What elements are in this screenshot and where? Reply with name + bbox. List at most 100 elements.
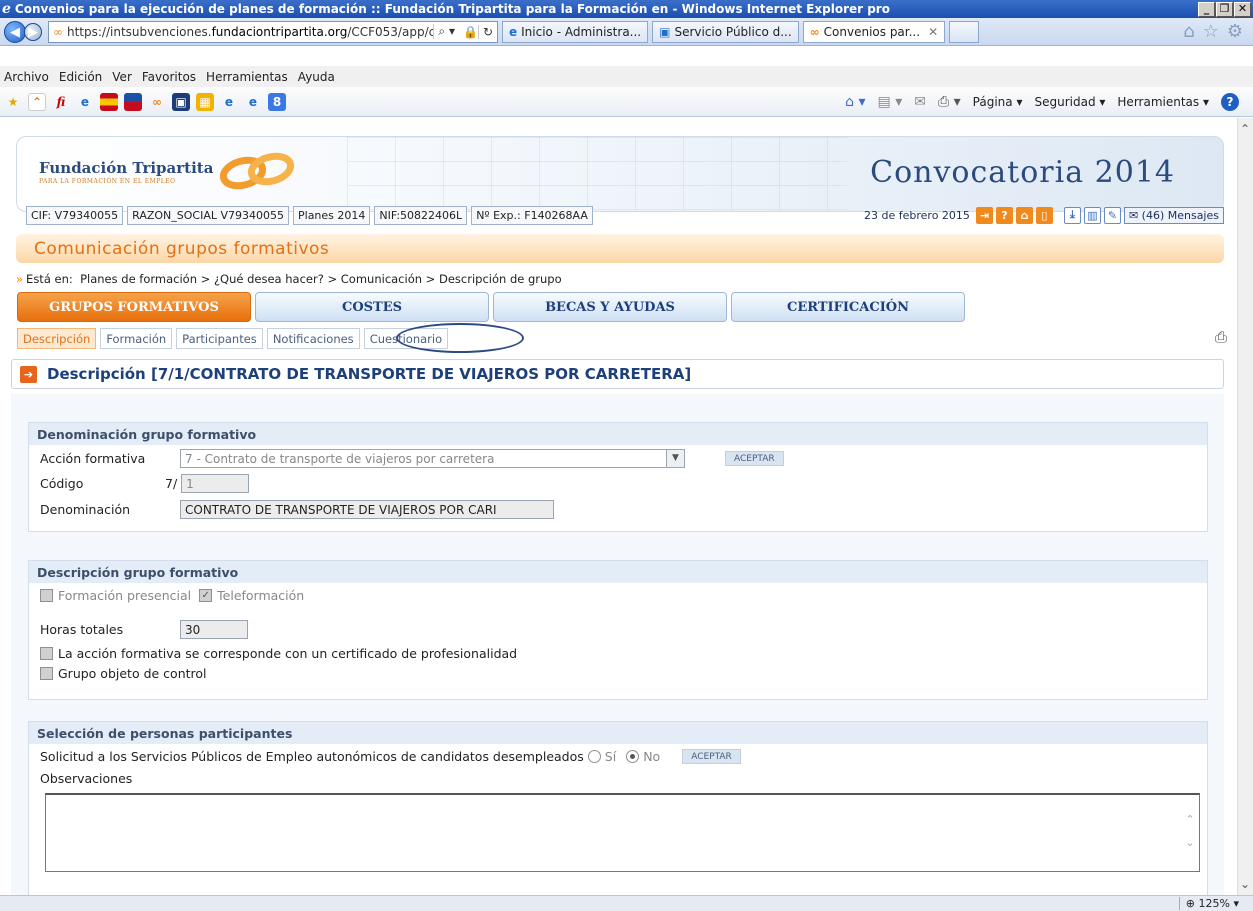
close-window-button[interactable]: ✕ bbox=[1234, 1, 1251, 17]
tab-servicio-publico[interactable]: ▣ Servicio Público d... bbox=[652, 20, 799, 43]
favorite-ie-icon[interactable]: e bbox=[76, 93, 94, 111]
zoom-control[interactable]: ⊕ 125% ▾ bbox=[1178, 897, 1239, 910]
url-input[interactable]: ∞ https://intsubvenciones.fundaciontripa… bbox=[48, 20, 498, 43]
page-scrollbar[interactable]: ⌃ ⌄ bbox=[1237, 118, 1253, 895]
tab-certificacion[interactable]: CERTIFICACIÓN bbox=[731, 292, 965, 322]
favorite-ie3-icon[interactable]: e bbox=[244, 93, 262, 111]
accion-formativa-label: Acción formativa bbox=[40, 451, 146, 466]
minimize-button[interactable]: _ bbox=[1198, 1, 1215, 17]
tab-grupos-formativos[interactable]: GRUPOS FORMATIVOS bbox=[17, 292, 251, 322]
home-command-icon[interactable]: ⌂ ▾ bbox=[845, 94, 865, 110]
certificado-row: La acción formativa se corresponde con u… bbox=[40, 646, 517, 661]
subtab-notificaciones[interactable]: Notificaciones bbox=[266, 328, 360, 349]
favorite-1-icon[interactable]: ⌃ bbox=[28, 92, 46, 111]
favorites-star-icon[interactable]: ☆ bbox=[1203, 21, 1219, 42]
si-radio[interactable] bbox=[587, 750, 601, 763]
print-command-icon[interactable]: ⎙ ▾ bbox=[938, 94, 961, 110]
no-radio[interactable] bbox=[626, 750, 640, 763]
subtab-participantes[interactable]: Participantes bbox=[176, 328, 263, 349]
scroll-down-icon[interactable]: ⌄ bbox=[1240, 877, 1250, 891]
menu-herramientas[interactable]: Herramientas bbox=[206, 70, 288, 84]
add-favorite-icon[interactable]: ★ bbox=[4, 93, 22, 111]
edit-icon[interactable]: ✎ bbox=[1103, 206, 1121, 224]
aceptar-solicitud-button[interactable]: ACEPTAR bbox=[682, 749, 741, 764]
solicitud-row: Solicitud a los Servicios Públicos de Em… bbox=[40, 749, 741, 764]
herramientas-menu[interactable]: Herramientas ▾ bbox=[1117, 95, 1209, 109]
control-checkbox[interactable] bbox=[40, 667, 53, 680]
close-tab-icon[interactable]: ✕ bbox=[928, 25, 938, 39]
url-text: https://intsubvenciones.fundaciontripart… bbox=[67, 24, 433, 39]
seguridad-menu[interactable]: Seguridad ▾ bbox=[1034, 95, 1105, 109]
chart-icon[interactable]: ▥ bbox=[1083, 206, 1101, 224]
print-page-icon[interactable]: ⎙ bbox=[1215, 328, 1227, 346]
chevron-down-icon[interactable]: ▼ bbox=[666, 450, 684, 467]
eu-flag-icon[interactable] bbox=[124, 92, 142, 111]
menu-favoritos[interactable]: Favoritos bbox=[142, 70, 196, 84]
documents-icon[interactable]: ▯ bbox=[1035, 206, 1053, 224]
main-tabs: GRUPOS FORMATIVOS COSTES BECAS Y AYUDAS … bbox=[17, 292, 965, 322]
favorite-2-icon[interactable]: fi bbox=[52, 93, 70, 111]
site-banner: Fundación Tripartita PARA LA FORMACIÓN E… bbox=[16, 136, 1224, 212]
help-icon[interactable]: ? bbox=[1221, 92, 1239, 111]
codigo-field[interactable]: 1 bbox=[181, 474, 250, 493]
status-bar: ⊕ 125% ▾ bbox=[0, 895, 1253, 911]
nif-chip: NIF:50822406L bbox=[374, 205, 468, 225]
back-button[interactable]: ◀ bbox=[4, 20, 26, 43]
tab-inicio[interactable]: e Inicio - Administra... bbox=[502, 20, 649, 43]
fundacion-link-icon[interactable]: ∞ bbox=[148, 93, 166, 111]
menu-archivo[interactable]: Archivo bbox=[4, 70, 49, 84]
lock-icon[interactable]: 🔒 bbox=[463, 25, 478, 39]
horas-field[interactable]: 30 bbox=[180, 620, 248, 639]
refresh-icon[interactable]: ↻ bbox=[477, 24, 497, 39]
certificado-checkbox[interactable] bbox=[40, 647, 53, 660]
solicitud-label: Solicitud a los Servicios Públicos de Em… bbox=[40, 749, 584, 764]
tab-convenios[interactable]: ∞ Convenios par... ✕ bbox=[802, 20, 946, 43]
subtab-formacion[interactable]: Formación bbox=[100, 328, 173, 349]
breadcrumb: » Está en: Planes de formación > ¿Qué des… bbox=[16, 272, 562, 286]
help-page-icon[interactable]: ? bbox=[995, 206, 1013, 224]
favorite-ie2-icon[interactable]: e bbox=[220, 93, 238, 111]
menu-ver[interactable]: Ver bbox=[112, 70, 132, 84]
mail-icon[interactable]: ✉ bbox=[914, 94, 926, 110]
denominacion-field[interactable]: CONTRATO DE TRANSPORTE DE VIAJEROS POR C… bbox=[180, 500, 554, 519]
accion-formativa-select[interactable]: 7 - Contrato de transporte de viajeros p… bbox=[180, 449, 685, 468]
brand[interactable]: Fundación Tripartita PARA LA FORMACIÓN E… bbox=[39, 159, 213, 185]
menu-edicion[interactable]: Edición bbox=[59, 70, 102, 84]
seleccion-panel-title: Selección de personas participantes bbox=[29, 722, 1207, 744]
scroll-up-icon[interactable]: ⌃ bbox=[1240, 122, 1250, 136]
page-tab-icon: ▣ bbox=[659, 24, 671, 39]
tab-costes[interactable]: COSTES bbox=[255, 292, 489, 322]
breadcrumb-path[interactable]: Planes de formación > ¿Qué desea hacer? … bbox=[80, 272, 562, 286]
ie-tab-icon: e bbox=[509, 24, 518, 39]
address-bar: ◀ ▶ ∞ https://intsubvenciones.fundaciont… bbox=[0, 18, 1253, 46]
download-icon[interactable]: ⤓ bbox=[1063, 206, 1081, 224]
messages-button[interactable]: ✉ (46) Mensajes bbox=[1123, 206, 1224, 224]
restore-button[interactable]: ❐ bbox=[1216, 1, 1233, 17]
favorite-4-icon[interactable]: ▦ bbox=[196, 92, 214, 111]
sub-tabs: Descripción Formación Participantes Noti… bbox=[17, 328, 449, 349]
zoom-icon: ⊕ bbox=[1185, 897, 1196, 910]
envelope-icon: ✉ bbox=[1128, 208, 1139, 222]
observaciones-textarea[interactable]: ⌃ ⌄ bbox=[45, 793, 1200, 872]
aceptar-accion-button[interactable]: ACEPTAR bbox=[725, 451, 784, 466]
exit-icon[interactable]: ⇥ bbox=[975, 206, 993, 224]
forward-button[interactable]: ▶ bbox=[24, 22, 42, 41]
google-icon[interactable]: 8 bbox=[268, 92, 286, 111]
textarea-scrollbar[interactable]: ⌃ ⌄ bbox=[1181, 795, 1199, 871]
info-bar: CIF: V79340055 RAZON_SOCIAL V79340055 Pl… bbox=[26, 204, 1224, 226]
search-icon[interactable]: ⌕ ▾ bbox=[433, 24, 459, 39]
menu-ayuda[interactable]: Ayuda bbox=[298, 70, 335, 84]
favorite-3-icon[interactable]: ▣ bbox=[172, 92, 190, 111]
home-page-icon[interactable]: ⌂ bbox=[1015, 206, 1033, 224]
pagina-menu[interactable]: Página ▾ bbox=[973, 95, 1023, 109]
feeds-icon[interactable]: ▤ ▾ bbox=[878, 94, 903, 110]
tab-becas-ayudas[interactable]: BECAS Y AYUDAS bbox=[493, 292, 727, 322]
presencial-checkbox[interactable] bbox=[40, 589, 53, 602]
spain-flag-icon[interactable] bbox=[100, 92, 118, 111]
subtab-descripcion[interactable]: Descripción bbox=[17, 328, 97, 349]
home-icon[interactable]: ⌂ bbox=[1183, 21, 1194, 42]
teleformacion-checkbox[interactable]: ✓ bbox=[199, 589, 213, 602]
new-tab-button[interactable] bbox=[949, 20, 980, 43]
settings-gear-icon[interactable]: ⚙ bbox=[1227, 21, 1243, 42]
no-label: No bbox=[643, 749, 661, 764]
